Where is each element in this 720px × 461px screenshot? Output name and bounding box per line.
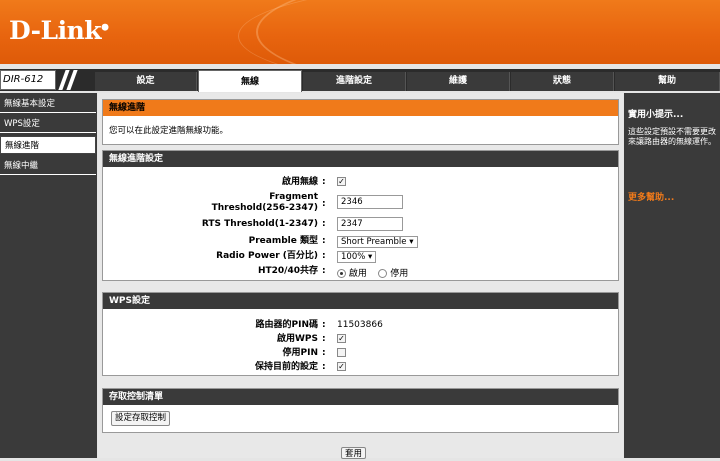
- dropdown-arrow-icon: ▾: [409, 237, 414, 247]
- intro-box: 無線進階 您可以在此設定進階無線功能。: [102, 99, 619, 145]
- colon: :: [322, 236, 326, 246]
- sidebar: 無線基本設定 WPS設定 無線進階 無線中繼: [0, 93, 97, 458]
- ht-coexist-row: HT20/40共存 : 啟用 停用: [103, 266, 618, 280]
- dropdown-arrow-icon: ▾: [368, 252, 373, 262]
- tab-wireless[interactable]: 無線: [198, 70, 302, 92]
- colon: :: [322, 266, 326, 276]
- model-stripes: [58, 70, 92, 90]
- hints-title: 實用小提示...: [628, 110, 684, 120]
- advanced-settings-box: 無線進階設定 啟用無線 : ✓ Fragment Threshold(256-2…: [102, 150, 619, 281]
- ht-enable-radio[interactable]: [337, 269, 346, 278]
- main-content: 無線進階 您可以在此設定進階無線功能。 無線進階設定 啟用無線 : ✓ Frag…: [98, 93, 623, 459]
- advanced-title: 無線進階設定: [103, 151, 618, 167]
- tab-advanced[interactable]: 進階設定: [303, 72, 406, 91]
- enable-wireless-row: 啟用無線 : ✓: [103, 177, 618, 191]
- sidebar-item-wps[interactable]: WPS設定: [0, 115, 96, 133]
- intro-text: 您可以在此設定進階無線功能。: [109, 126, 229, 136]
- wps-title: WPS設定: [103, 293, 618, 309]
- ht-coexist-label: HT20/40共存: [257, 266, 318, 276]
- colon: :: [322, 177, 326, 187]
- keep-settings-checkbox[interactable]: ✓: [337, 362, 346, 371]
- rts-label: RTS Threshold(1-2347): [201, 219, 318, 229]
- tab-setup[interactable]: 設定: [95, 72, 197, 91]
- enable-wps-label: 啟用WPS: [276, 334, 318, 344]
- more-help-link[interactable]: 更多幫助...: [628, 190, 674, 203]
- hints-text: 這些設定預設不需要更改來讓路由器的無線運作。: [628, 127, 716, 146]
- enable-wps-checkbox[interactable]: ✓: [337, 334, 346, 343]
- keep-settings-label: 保持目前的設定: [254, 362, 318, 372]
- frag-threshold-input[interactable]: [337, 195, 403, 209]
- pin-value: 11503866: [337, 320, 383, 330]
- intro-title: 無線進階: [103, 100, 618, 116]
- frag-label: Fragment Threshold(256-2347): [211, 192, 318, 213]
- disable-pin-label: 停用PIN: [282, 348, 318, 358]
- enable-wireless-checkbox[interactable]: ✓: [337, 177, 346, 186]
- tab-help[interactable]: 幫助: [615, 72, 720, 91]
- preamble-label: Preamble 類型: [248, 236, 318, 246]
- radio-power-label: Radio Power (百分比): [216, 251, 318, 261]
- tab-status[interactable]: 狀態: [511, 72, 614, 91]
- colon: :: [322, 251, 326, 261]
- dlink-logo: D-Link●: [9, 16, 109, 45]
- ht-enable-label: 啟用: [348, 269, 367, 279]
- acl-title: 存取控制清單: [103, 389, 618, 405]
- pin-label: 路由器的PIN碼: [255, 320, 318, 330]
- colon: :: [322, 219, 326, 229]
- rts-row: RTS Threshold(1-2347) :: [103, 217, 618, 233]
- enable-wps-row: 啟用WPS : ✓: [103, 334, 618, 348]
- tab-maintenance[interactable]: 維護: [407, 72, 510, 91]
- ht-disable-label: 停用: [390, 269, 409, 279]
- preamble-select[interactable]: Short Preamble ▾: [337, 236, 418, 248]
- sidebar-item-wireless-repeater[interactable]: 無線中繼: [0, 157, 96, 175]
- rts-threshold-input[interactable]: [337, 217, 403, 231]
- banner-swoosh: [238, 0, 720, 64]
- colon: :: [322, 362, 326, 372]
- apply-button[interactable]: 套用: [341, 447, 367, 459]
- model-label: DIR-612: [0, 70, 56, 90]
- colon: :: [322, 320, 326, 330]
- frag-row: Fragment Threshold(256-2347) :: [103, 192, 618, 216]
- disable-pin-row: 停用PIN :: [103, 348, 618, 362]
- ht-disable-radio[interactable]: [378, 269, 388, 278]
- preamble-row: Preamble 類型 : Short Preamble ▾: [103, 236, 618, 250]
- enable-wireless-label: 啟用無線: [281, 177, 318, 187]
- sidebar-item-wireless-advanced[interactable]: 無線進階: [0, 136, 96, 154]
- radio-power-row: Radio Power (百分比) : 100% ▾: [103, 251, 618, 265]
- access-control-button[interactable]: 設定存取控制: [111, 411, 171, 426]
- keep-settings-row: 保持目前的設定 : ✓: [103, 362, 618, 376]
- radio-power-select[interactable]: 100% ▾: [337, 251, 377, 263]
- acl-box: 存取控制清單 設定存取控制: [102, 388, 619, 433]
- sidebar-item-wireless-basic[interactable]: 無線基本設定: [0, 95, 96, 113]
- colon: :: [322, 199, 326, 209]
- colon: :: [322, 334, 326, 344]
- colon: :: [322, 348, 326, 358]
- wps-box: WPS設定 路由器的PIN碼 : 11503866 啟用WPS : ✓ 停用PI…: [102, 292, 619, 376]
- disable-pin-checkbox[interactable]: [337, 348, 346, 357]
- pin-row: 路由器的PIN碼 : 11503866: [103, 320, 618, 334]
- hints-panel: 實用小提示... 這些設定預設不需要更改來讓路由器的無線運作。 更多幫助...: [624, 93, 720, 458]
- header-banner: D-Link●: [0, 0, 720, 64]
